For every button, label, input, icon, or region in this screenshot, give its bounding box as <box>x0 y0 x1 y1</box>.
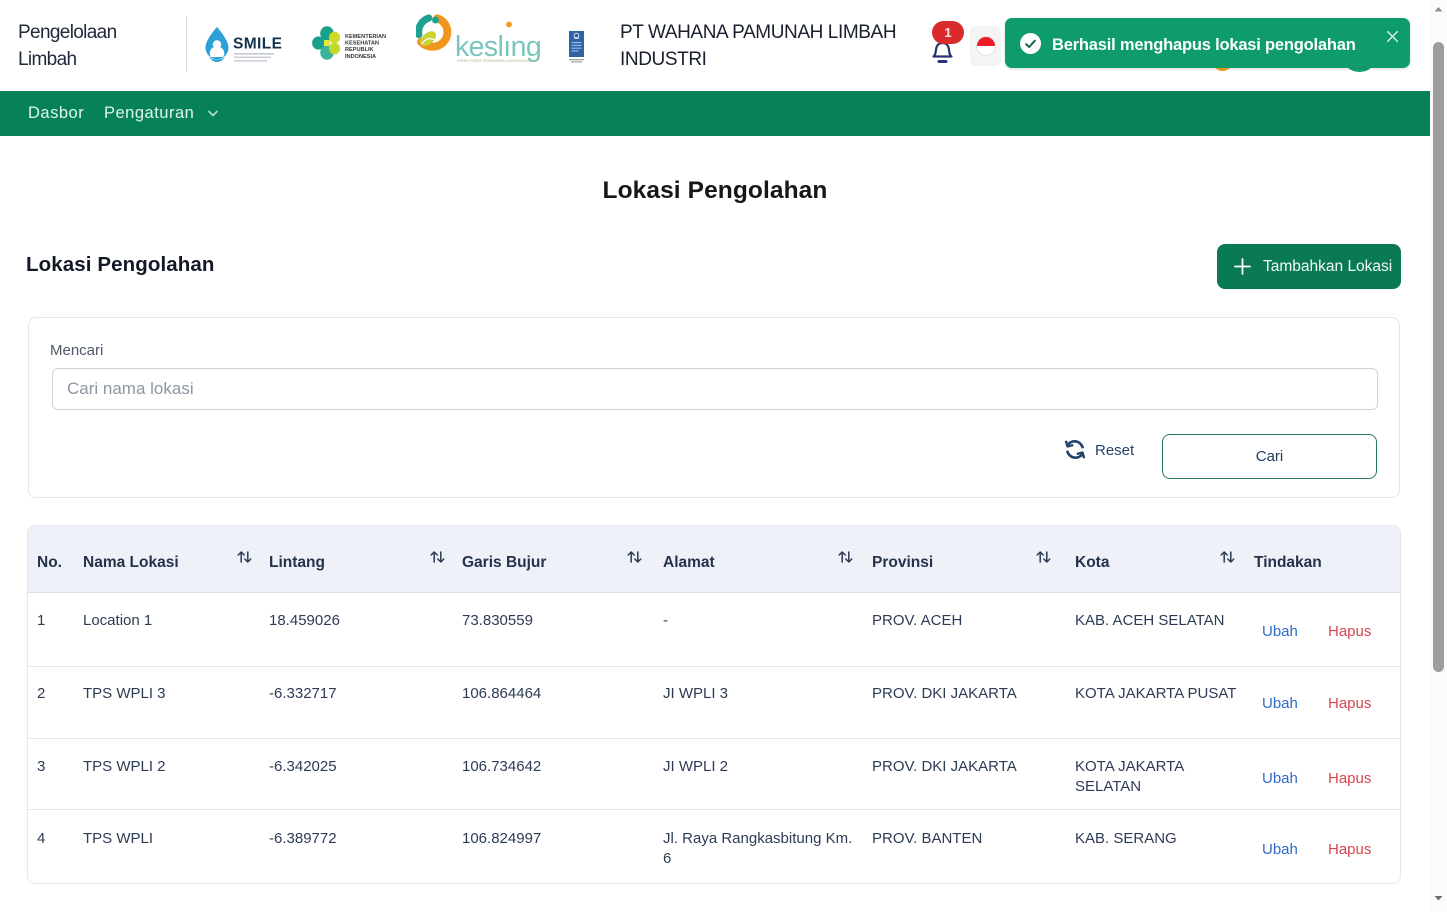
svg-text:REPUBLIK: REPUBLIK <box>345 47 374 53</box>
svg-text:KESEHATAN: KESEHATAN <box>345 41 379 47</box>
svg-text:DIREKTORAT KESEHATAN LINGKUNGA: DIREKTORAT KESEHATAN LINGKUNGAN <box>457 58 533 63</box>
svg-text:INDONESIA: INDONESIA <box>345 54 376 60</box>
svg-text:KEMENTERIAN: KEMENTERIAN <box>345 34 386 40</box>
svg-text:SMILE: SMILE <box>233 36 282 53</box>
